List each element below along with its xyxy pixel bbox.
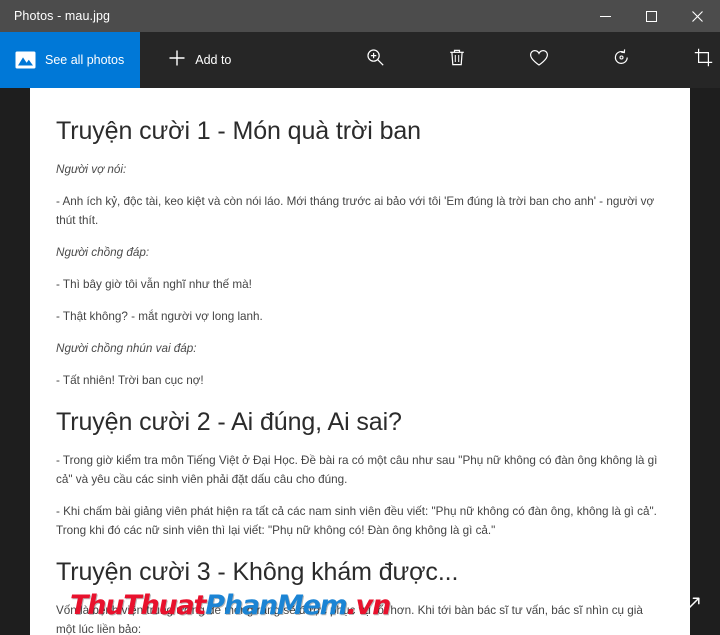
add-to-button[interactable]: Add to — [158, 40, 241, 80]
add-to-label: Add to — [195, 53, 231, 67]
paragraph: Người vợ nói: — [56, 161, 664, 180]
paragraph: - Thật không? - mắt người vợ long lanh. — [56, 308, 664, 327]
maximize-button[interactable] — [628, 0, 674, 32]
paragraph: - Tất nhiên! Trời ban cục nợ! — [56, 372, 664, 391]
maximize-icon — [646, 11, 657, 22]
window-controls — [582, 0, 720, 32]
rotate-button[interactable] — [591, 40, 651, 80]
magnifier-plus-icon — [366, 48, 385, 72]
paragraph: - Trong giờ kiểm tra môn Tiếng Việt ở Đạ… — [56, 452, 664, 490]
close-icon — [692, 11, 703, 22]
photos-app-window: Photos - mau.jpg — [0, 0, 720, 635]
paragraph: Người chồng đáp: — [56, 244, 664, 263]
title-bar: Photos - mau.jpg — [0, 0, 720, 32]
trash-icon — [448, 48, 466, 72]
watermark-part-1: ThuThuat — [70, 590, 205, 621]
crop-button[interactable] — [673, 40, 720, 80]
crop-icon — [694, 48, 713, 72]
section-heading: Truyện cười 3 - Không khám được... — [56, 557, 664, 588]
minimize-icon — [600, 11, 611, 22]
zoom-button[interactable] — [345, 40, 405, 80]
delete-button[interactable] — [427, 40, 487, 80]
paragraph: - Anh ích kỷ, độc tài, keo kiệt và còn n… — [56, 193, 664, 231]
see-all-photos-label: See all photos — [45, 53, 124, 67]
paragraph: - Thì bây giờ tôi vẫn nghĩ như thế mà! — [56, 276, 664, 295]
displayed-image: Truyện cười 1 - Món quà trời ban Người v… — [30, 88, 690, 635]
image-viewer-canvas[interactable]: Truyện cười 1 - Món quà trời ban Người v… — [0, 88, 720, 635]
paragraph: Người chồng nhún vai đáp: — [56, 340, 664, 359]
close-button[interactable] — [674, 0, 720, 32]
paragraph: - Khi chấm bài giảng viên phát hiện ra t… — [56, 503, 664, 541]
window-title: Photos - mau.jpg — [0, 0, 110, 32]
section-heading: Truyện cười 1 - Món quà trời ban — [56, 116, 664, 147]
see-all-photos-button[interactable]: See all photos — [0, 32, 140, 88]
favorite-button[interactable] — [509, 40, 569, 80]
watermark-part-3: .vn — [347, 590, 390, 621]
expand-fullscreen-button[interactable] — [674, 591, 708, 625]
heart-icon — [529, 49, 549, 72]
watermark-part-2: PhanMem — [205, 590, 346, 621]
toolbar-actions: Add to — [140, 32, 720, 88]
photo-mountain-icon — [14, 49, 36, 71]
rotate-icon — [612, 48, 631, 72]
section-heading: Truyện cười 2 - Ai đúng, Ai sai? — [56, 407, 664, 438]
minimize-button[interactable] — [582, 0, 628, 32]
expand-arrows-icon — [681, 596, 701, 621]
plus-icon — [168, 49, 186, 72]
watermark-logo: ThuThuatPhanMem.vn — [70, 592, 390, 619]
toolbar: See all photos Add to — [0, 32, 720, 88]
